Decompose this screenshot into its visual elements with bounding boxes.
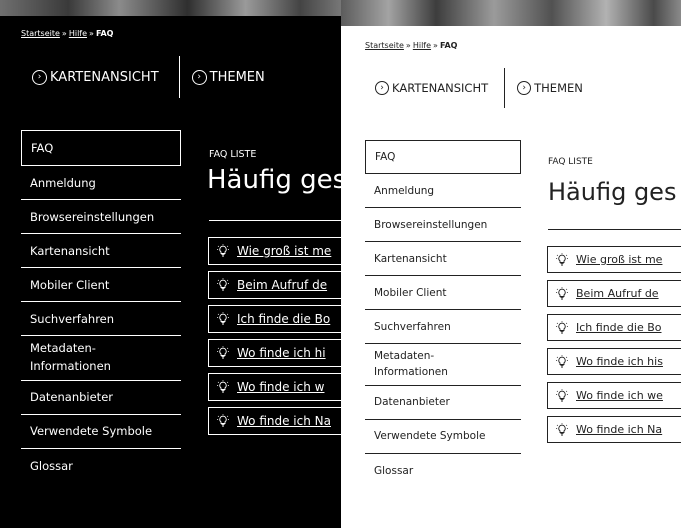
faq-question-item[interactable]: Ich finde die Bo	[208, 305, 341, 333]
view-tabs: › KARTENANSICHT › THEMEN	[32, 56, 265, 98]
sidebar-item-mobiler-client[interactable]: Mobiler Client	[365, 276, 521, 310]
faq-list-label: FAQ LISTE	[209, 149, 257, 160]
faq-question-link[interactable]: Wo finde ich w	[237, 380, 324, 394]
sidebar-item-mobiler-client[interactable]: Mobiler Client	[21, 268, 181, 302]
faq-question-link[interactable]: Wo finde ich Na	[237, 414, 331, 428]
faq-question-link[interactable]: Ich finde die Bo	[576, 321, 662, 334]
help-sidebar: FAQ Anmeldung Browsereinstellungen Karte…	[21, 130, 181, 483]
header-banner-image	[341, 0, 681, 26]
breadcrumb-separator: »	[89, 29, 94, 38]
chevron-right-icon: ›	[375, 81, 389, 95]
sidebar-item-suchverfahren[interactable]: Suchverfahren	[21, 302, 181, 336]
heading-divider	[548, 229, 681, 230]
faq-question-link[interactable]: Wo finde ich hi	[237, 346, 326, 360]
lightbulb-icon	[217, 346, 229, 359]
help-sidebar: FAQ Anmeldung Browsereinstellungen Karte…	[365, 140, 521, 488]
heading-divider	[209, 220, 341, 221]
tab-divider	[504, 68, 506, 108]
sidebar-item-kartenansicht[interactable]: Kartenansicht	[365, 242, 521, 276]
header-banner-image	[0, 0, 341, 16]
page-title: Häufig ges	[207, 165, 341, 195]
faq-question-item[interactable]: Beim Aufruf de	[208, 271, 341, 299]
dark-theme-panel: Startseite» Hilfe» FAQ › KARTENANSICHT › T…	[0, 0, 341, 528]
faq-question-link[interactable]: Beim Aufruf de	[237, 278, 327, 292]
faq-question-link[interactable]: Ich finde die Bo	[237, 312, 330, 326]
faq-question-item[interactable]: Wo finde ich Na	[547, 416, 681, 443]
breadcrumb-separator: »	[61, 29, 67, 38]
breadcrumb-link-help[interactable]: Hilfe	[413, 41, 431, 50]
faq-question-item[interactable]: Wo finde ich w	[208, 373, 341, 401]
faq-question-link[interactable]: Wo finde ich Na	[576, 423, 662, 436]
view-tabs: › KARTENANSICHT › THEMEN	[375, 66, 583, 110]
lightbulb-icon	[217, 244, 229, 257]
lightbulb-icon	[556, 388, 568, 401]
breadcrumb: Startseite» Hilfe» FAQ	[365, 41, 457, 50]
light-theme-panel: Startseite» Hilfe» FAQ › KARTENANSICHT › T…	[341, 0, 681, 528]
sidebar-item-glossar[interactable]: Glossar	[365, 454, 521, 488]
lightbulb-icon	[556, 354, 568, 367]
faq-question-item[interactable]: Ich finde die Bo	[547, 314, 681, 341]
breadcrumb-current: FAQ	[95, 29, 114, 38]
faq-question-link[interactable]: Wie groß ist me	[237, 244, 331, 258]
sidebar-item-anmeldung[interactable]: Anmeldung	[365, 174, 521, 208]
breadcrumb-link-home[interactable]: Startseite	[365, 41, 404, 50]
faq-question-list: Wie groß ist me Beim Aufruf de Ich finde…	[547, 246, 681, 450]
sidebar-item-datenanbieter[interactable]: Datenanbieter	[365, 386, 521, 420]
faq-question-item[interactable]: Wie groß ist me	[208, 237, 341, 265]
sidebar-item-anmeldung[interactable]: Anmeldung	[21, 166, 181, 200]
tab-label: KARTENANSICHT	[392, 81, 489, 95]
faq-list-label: FAQ LISTE	[548, 157, 593, 167]
chevron-right-icon: ›	[32, 69, 47, 85]
lightbulb-icon	[556, 286, 568, 299]
sidebar-item-verwendete-symbole[interactable]: Verwendete Symbole	[21, 415, 181, 449]
sidebar-item-suchverfahren[interactable]: Suchverfahren	[365, 310, 521, 344]
faq-question-list: Wie groß ist me Beim Aufruf de Ich finde…	[208, 237, 341, 441]
chevron-right-icon: ›	[191, 69, 207, 85]
tab-kartenansicht[interactable]: › KARTENANSICHT	[375, 81, 488, 95]
breadcrumb: Startseite» Hilfe» FAQ	[21, 29, 113, 38]
sidebar-item-faq[interactable]: FAQ	[21, 130, 181, 166]
breadcrumb-link-home[interactable]: Startseite	[21, 29, 60, 38]
lightbulb-icon	[556, 422, 568, 435]
faq-question-item[interactable]: Wo finde ich hi	[208, 339, 341, 367]
faq-question-link[interactable]: Wo finde ich his	[576, 355, 663, 368]
lightbulb-icon	[217, 380, 229, 393]
page-title: Häufig ges	[548, 178, 677, 206]
sidebar-item-datenanbieter[interactable]: Datenanbieter	[21, 381, 181, 415]
tab-label: KARTENANSICHT	[50, 69, 159, 85]
breadcrumb-separator: »	[405, 41, 411, 50]
sidebar-item-faq[interactable]: FAQ	[365, 140, 521, 174]
tab-themen[interactable]: › THEMEN	[517, 81, 583, 95]
tab-themen[interactable]: › THEMEN	[191, 69, 265, 85]
lightbulb-icon	[556, 252, 568, 265]
sidebar-item-verwendete-symbole[interactable]: Verwendete Symbole	[365, 420, 521, 454]
faq-question-item[interactable]: Beim Aufruf de	[547, 280, 681, 307]
faq-question-item[interactable]: Wo finde ich Na	[208, 407, 341, 435]
faq-question-item[interactable]: Wie groß ist me	[547, 246, 681, 273]
lightbulb-icon	[217, 414, 229, 427]
tab-divider	[178, 56, 180, 98]
breadcrumb-separator: »	[433, 41, 438, 50]
faq-question-link[interactable]: Beim Aufruf de	[576, 287, 659, 300]
sidebar-item-browsereinstellungen[interactable]: Browsereinstellungen	[21, 200, 181, 234]
breadcrumb-link-help[interactable]: Hilfe	[69, 29, 87, 38]
faq-question-link[interactable]: Wo finde ich we	[576, 389, 663, 402]
sidebar-item-browsereinstellungen[interactable]: Browsereinstellungen	[365, 208, 521, 242]
tab-label: THEMEN	[534, 81, 583, 95]
tab-label: THEMEN	[209, 69, 265, 85]
breadcrumb-current: FAQ	[439, 41, 458, 50]
sidebar-item-glossar[interactable]: Glossar	[21, 449, 181, 483]
chevron-right-icon: ›	[517, 81, 532, 95]
faq-question-item[interactable]: Wo finde ich we	[547, 382, 681, 409]
sidebar-item-metadaten[interactable]: Metadaten- Informationen	[21, 336, 181, 381]
sidebar-item-metadaten[interactable]: Metadaten- Informationen	[365, 344, 521, 386]
faq-question-link[interactable]: Wie groß ist me	[576, 253, 662, 266]
sidebar-item-kartenansicht[interactable]: Kartenansicht	[21, 234, 181, 268]
lightbulb-icon	[556, 320, 568, 333]
lightbulb-icon	[217, 312, 229, 325]
lightbulb-icon	[217, 278, 229, 291]
faq-question-item[interactable]: Wo finde ich his	[547, 348, 681, 375]
tab-kartenansicht[interactable]: › KARTENANSICHT	[32, 69, 159, 85]
